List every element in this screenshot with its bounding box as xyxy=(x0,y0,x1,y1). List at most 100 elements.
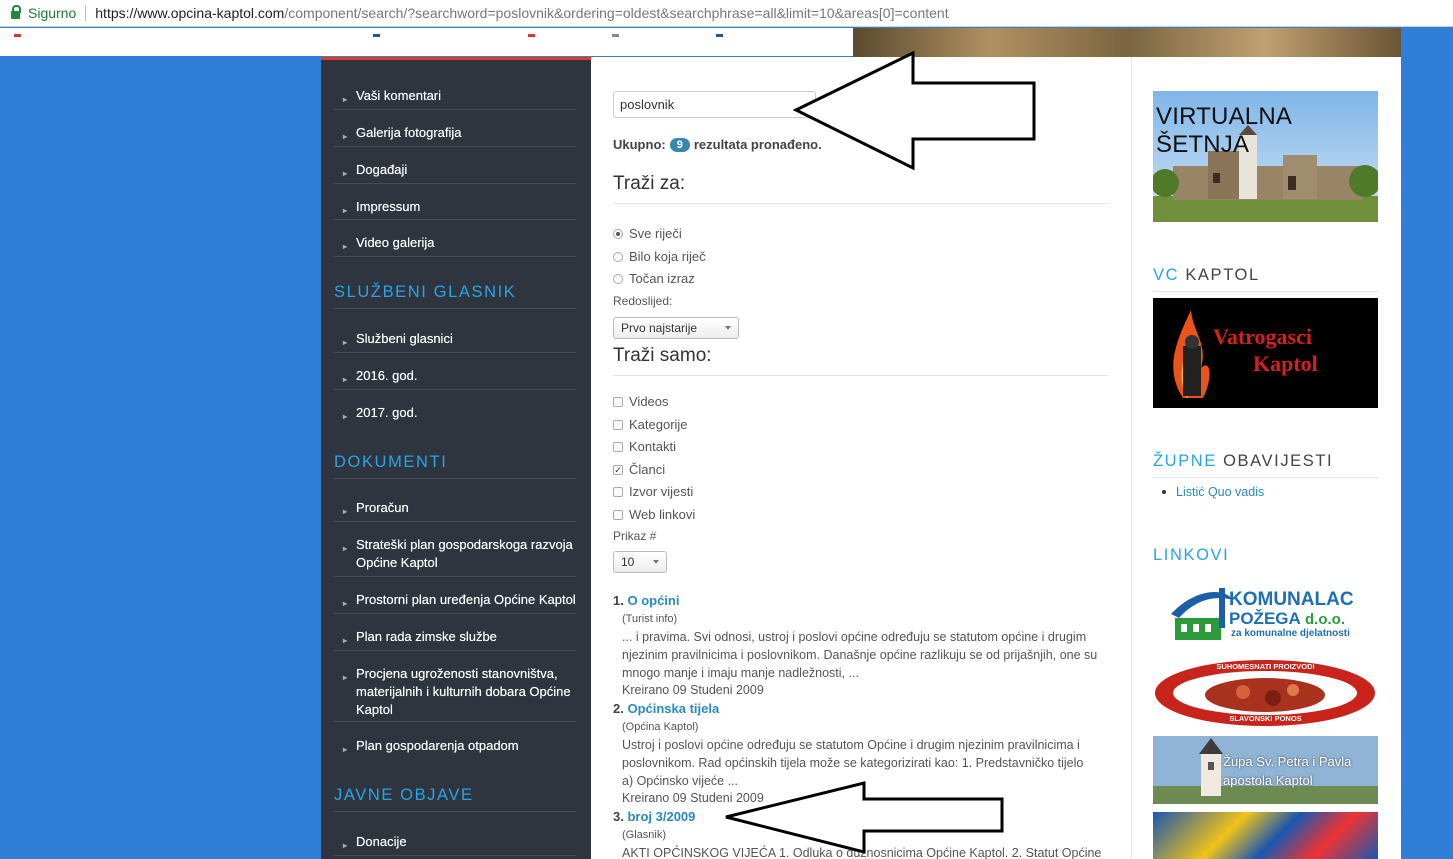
ponos-top-text: SUHOMESNATI PROIZVODI xyxy=(1216,662,1315,671)
sidebar-item-video-galerija[interactable]: ▸ Video galerija xyxy=(334,227,576,257)
sidebar-item-2017[interactable]: ▸ 2017. god. xyxy=(334,397,576,427)
bullet-icon: ▸ xyxy=(343,745,348,754)
bookmark-icon[interactable] xyxy=(14,34,21,37)
result-link[interactable]: broj 3/2009 xyxy=(627,809,695,824)
bookmark-icon[interactable] xyxy=(373,34,380,37)
checkbox-kategorije[interactable]: Kategorije xyxy=(613,417,688,432)
result-snippet: ... i pravima. Svi odnosi, ustroj i posl… xyxy=(622,630,1098,680)
secure-label: Sigurno xyxy=(28,5,77,21)
header-banner-image xyxy=(853,28,1401,58)
address-bar[interactable]: Sigurno https://www.opcina-kaptol.com/co… xyxy=(0,0,1453,27)
komunalac-line1: KOMUNALAC xyxy=(1229,589,1354,610)
komunalac-line4: za komunalne djelatnosti xyxy=(1231,628,1350,639)
bookmark-icon[interactable] xyxy=(612,34,619,37)
section-title-javne-objave: JAVNE OBJAVE xyxy=(334,786,576,812)
checkbox-kontakti[interactable]: Kontakti xyxy=(613,439,676,454)
bullet-icon: ▸ xyxy=(343,507,348,516)
bullet-icon: ▸ xyxy=(343,599,348,608)
lock-icon xyxy=(11,5,21,19)
checkbox[interactable] xyxy=(613,486,623,497)
bullet-icon: ▸ xyxy=(343,412,348,421)
search-icon xyxy=(851,100,861,109)
checkbox-videos[interactable]: Videos xyxy=(613,394,669,409)
sidebar-item-prostorni-plan[interactable]: ▸ Prostorni plan uređenja Općine Kaptol xyxy=(334,584,576,614)
bookmark-icon[interactable] xyxy=(716,34,723,37)
radio-button[interactable] xyxy=(613,228,623,239)
url-separator xyxy=(85,5,87,21)
result-category: (Turist info) xyxy=(622,613,678,625)
result-category: (Općina Kaptol) xyxy=(622,721,699,733)
search-button[interactable]: PRETRAŽI xyxy=(833,91,944,118)
bullet-icon: ▸ xyxy=(343,338,348,347)
limit-label: Prikaz # xyxy=(613,529,657,543)
sidebar-item-proracun[interactable]: ▸ Proračun xyxy=(334,492,576,522)
link-listic-quo-vadis[interactable]: Listić Quo vadis xyxy=(1162,485,1264,499)
chevron-down-icon xyxy=(653,560,659,564)
slavonski-ponos-banner[interactable]: SUHOMESNATI PROIZVODI SLAVONSKI PONOS xyxy=(1153,658,1378,728)
bullet-icon: ▸ xyxy=(343,544,348,553)
sidebar-item-vasi-komentari[interactable]: ▸ Vaši komentari xyxy=(334,80,576,110)
radio-button[interactable] xyxy=(613,251,623,262)
zupa-banner[interactable]: Župa Sv. Petra i Pavla apostola Kaptol xyxy=(1153,736,1378,804)
vatrogasci-line1: Vatrogasci xyxy=(1213,324,1312,349)
sidebar-item-sluzbeni-glasnici[interactable]: ▸ Službeni glasnici xyxy=(334,323,576,353)
checkbox[interactable] xyxy=(613,441,623,452)
bullet-icon: ▸ xyxy=(343,673,348,682)
bullet-icon: ▸ xyxy=(343,132,348,141)
virtual-tour-banner[interactable]: VIRTUALNA ŠETNJA xyxy=(1153,91,1378,222)
sidebar-item-strateski-plan[interactable]: ▸ Strateški plan gospodarskoga razvoja Op… xyxy=(334,529,576,577)
results-total: Ukupno: 9 rezultata pronađeno. xyxy=(613,137,822,152)
result-link[interactable]: O općini xyxy=(627,593,679,608)
search-only-heading: Traži samo: xyxy=(613,345,1108,376)
checkbox[interactable] xyxy=(613,509,623,520)
virtual-tour-title: VIRTUALNA ŠETNJA xyxy=(1156,103,1291,158)
bookmark-icon[interactable] xyxy=(528,34,535,37)
limit-select[interactable]: 10 xyxy=(613,551,667,573)
result-snippet: AKTI OPĆINSKOG VIJEĆA 1. Odluka o dužnos… xyxy=(622,846,1102,859)
bullet-icon: ▸ xyxy=(343,375,348,384)
section-title-linkovi: LINKOVI xyxy=(1153,546,1230,564)
sidebar-item-impressum[interactable]: ▸ Impressum xyxy=(334,191,576,220)
ordering-select[interactable]: Prvo najstarije xyxy=(613,317,739,339)
komunalac-line2: POŽEGA xyxy=(1229,609,1301,628)
sidebar-item-2016[interactable]: ▸ 2016. god. xyxy=(334,360,576,390)
checkbox-web-linkovi[interactable]: Web linkovi xyxy=(613,507,695,522)
checkbox-clanci[interactable]: ✓ Članci xyxy=(613,462,665,477)
sidebar-item-plan-otpada[interactable]: ▸ Plan gospodarenja otpadom xyxy=(334,730,576,760)
ponos-bottom-text: SLAVONSKI PONOS xyxy=(1229,714,1302,723)
radio-button[interactable] xyxy=(613,273,623,284)
result-title: 2. Općinska tijela xyxy=(613,701,720,716)
partner-banner[interactable] xyxy=(1153,812,1378,859)
bullet-icon: ▸ xyxy=(343,242,348,251)
result-link[interactable]: Općinska tijela xyxy=(627,701,719,716)
komunalac-banner[interactable]: KOMUNALAC POŽEGA d.o.o. za komunalne dje… xyxy=(1153,580,1378,650)
url-text[interactable]: https://www.opcina-kaptol.com/component/… xyxy=(95,5,948,21)
bullet-icon: ▸ xyxy=(343,636,348,645)
radio-tocan-izraz[interactable]: Točan izraz xyxy=(613,271,695,286)
bullet-icon: ▸ xyxy=(343,841,348,850)
result-category: (Glasnik) xyxy=(622,829,667,841)
checkbox-izvor-vijesti[interactable]: Izvor vijesti xyxy=(613,484,693,499)
radio-bilo-koja-rijec[interactable]: Bilo koja riječ xyxy=(613,249,706,264)
checkbox[interactable] xyxy=(613,396,623,407)
sidebar-item-galerija-fotografija[interactable]: ▸ Galerija fotografija xyxy=(334,117,576,147)
checkbox-checked[interactable]: ✓ xyxy=(613,464,623,475)
result-date: Kreirano 09 Studeni 2009 xyxy=(622,683,764,697)
vatrogasci-banner[interactable]: Vatrogasci Kaptol xyxy=(1153,298,1378,408)
sidebar-item-donacije[interactable]: ▸ Donacije xyxy=(334,826,576,856)
chevron-down-icon xyxy=(725,326,731,330)
results-count-badge: 9 xyxy=(669,137,690,152)
bullet-icon: ▸ xyxy=(343,206,348,215)
search-input[interactable] xyxy=(613,91,816,118)
result-date: Kreirano 09 Studeni 2009 xyxy=(622,791,764,805)
section-title-dokumenti: DOKUMENTI xyxy=(334,453,576,479)
ordering-label: Redoslijed: xyxy=(613,294,673,308)
sidebar-item-procjena-ugrozenosti[interactable]: ▸ Procjena ugroženosti stanovništva, mate… xyxy=(334,658,576,722)
sidebar-item-zimska-sluzba[interactable]: ▸ Plan rada zimske službe xyxy=(334,621,576,651)
sidebar-item-dogadaji[interactable]: ▸ Događaji xyxy=(334,154,576,184)
bookmarks-bar xyxy=(0,28,853,56)
result-title: 3. broj 3/2009 xyxy=(613,809,696,824)
result-title: 1. O općini xyxy=(613,593,680,608)
checkbox[interactable] xyxy=(613,419,623,430)
radio-sve-rijeci[interactable]: Sve riječi xyxy=(613,226,682,241)
